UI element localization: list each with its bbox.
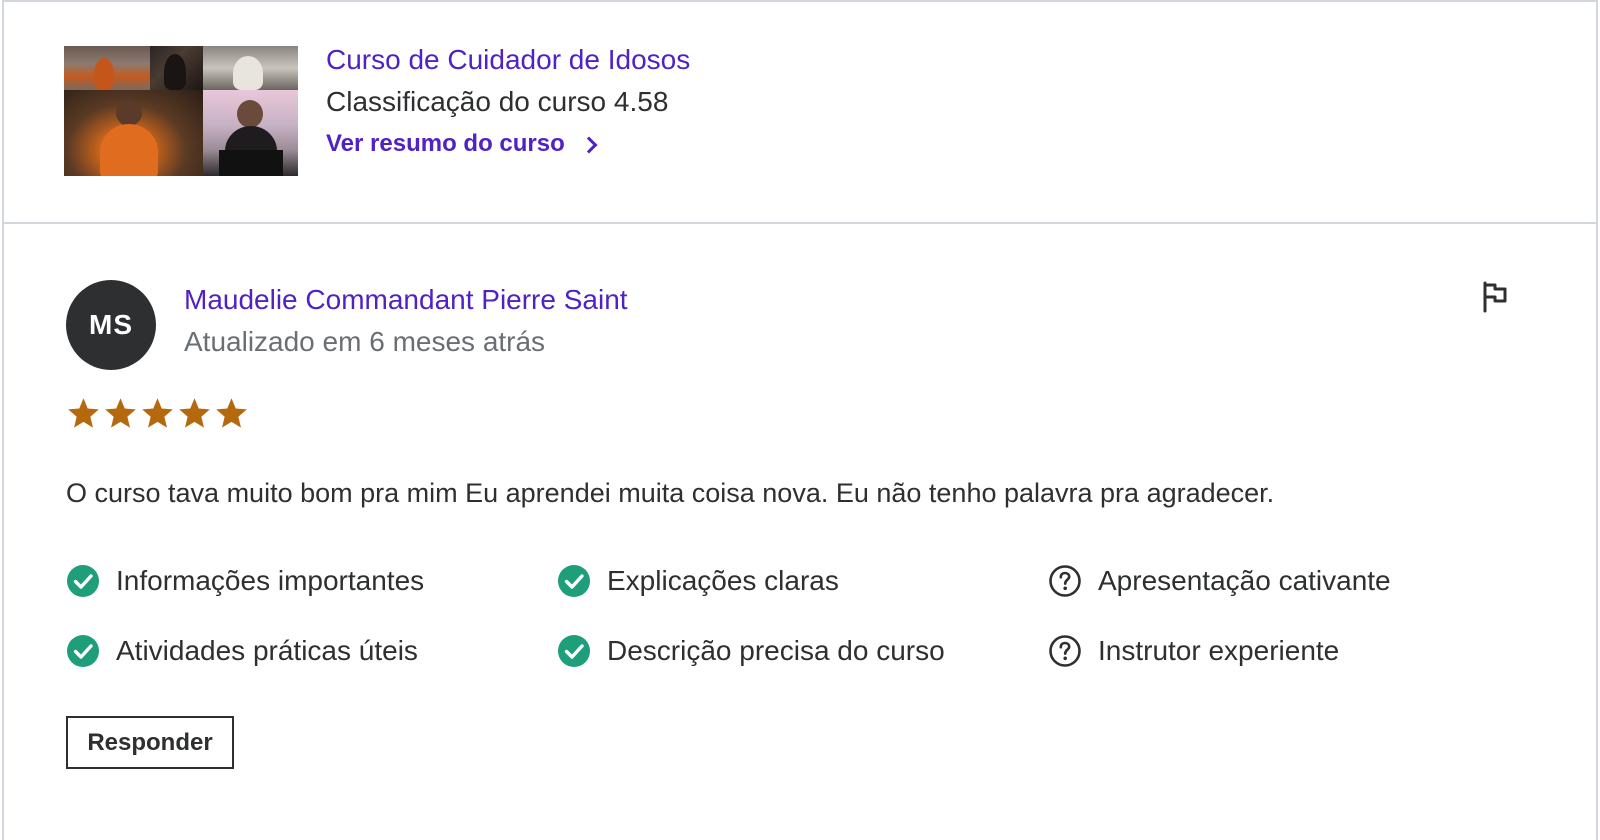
avatar-initials: MS bbox=[89, 309, 133, 340]
course-header: Curso de Cuidador de Idosos Classificaçã… bbox=[4, 2, 1596, 224]
criterion-label: Atividades práticas úteis bbox=[116, 635, 418, 666]
course-summary-link-label: Ver resumo do curso bbox=[326, 130, 565, 157]
criterion-item: Descrição precisa do curso bbox=[557, 628, 1048, 674]
check-circle-icon bbox=[558, 635, 590, 667]
star-icon bbox=[179, 398, 210, 428]
star-icon bbox=[216, 398, 247, 428]
course-title-link[interactable]: Curso de Cuidador de Idosos bbox=[326, 44, 690, 76]
review-text: O curso tava muito bom pra mim Eu aprend… bbox=[66, 478, 1275, 508]
star-icon bbox=[68, 398, 99, 428]
criterion-item: Apresentação cativante bbox=[1048, 558, 1546, 604]
criterion-item: Atividades práticas úteis bbox=[66, 628, 557, 674]
course-summary-link[interactable]: Ver resumo do curso bbox=[326, 130, 598, 158]
thumbnail-panel bbox=[203, 90, 298, 176]
criterion-item: Explicações claras bbox=[557, 558, 1048, 604]
criterion-label: Informações importantes bbox=[116, 565, 425, 596]
star-icon bbox=[142, 398, 173, 428]
review-criteria: Informações importantes Explicações clara… bbox=[66, 558, 1546, 674]
criterion-label: Explicações claras bbox=[607, 565, 839, 596]
thumbnail-panel bbox=[150, 46, 203, 90]
criterion-item: Instrutor experiente bbox=[1048, 628, 1546, 674]
flag-icon[interactable] bbox=[1480, 280, 1512, 314]
question-circle-icon bbox=[1049, 635, 1081, 667]
star-icon bbox=[105, 398, 136, 428]
chevron-right-icon bbox=[580, 136, 598, 154]
criterion-label: Descrição precisa do curso bbox=[607, 635, 945, 666]
thumbnail-panel bbox=[203, 46, 298, 90]
check-circle-icon bbox=[67, 565, 99, 597]
course-rating: Classificação do curso 4.58 bbox=[326, 86, 669, 117]
check-circle-icon bbox=[558, 565, 590, 597]
thumbnail-panel bbox=[64, 46, 150, 90]
question-circle-icon bbox=[1049, 565, 1081, 597]
check-circle-icon bbox=[67, 635, 99, 667]
avatar: MS bbox=[66, 280, 156, 370]
criterion-label: Apresentação cativante bbox=[1098, 565, 1391, 596]
thumbnail-panel bbox=[64, 90, 203, 176]
star-rating bbox=[66, 396, 249, 431]
criterion-item: Informações importantes bbox=[66, 558, 557, 604]
reviewer-name-link[interactable]: Maudelie Commandant Pierre Saint bbox=[184, 284, 628, 316]
course-thumbnail[interactable] bbox=[64, 46, 298, 176]
criterion-label: Instrutor experiente bbox=[1098, 635, 1340, 666]
reply-button[interactable]: Responder bbox=[66, 716, 234, 769]
review-card: Curso de Cuidador de Idosos Classificaçã… bbox=[2, 0, 1598, 840]
review-updated-time: Atualizado em 6 meses atrás bbox=[184, 326, 546, 357]
